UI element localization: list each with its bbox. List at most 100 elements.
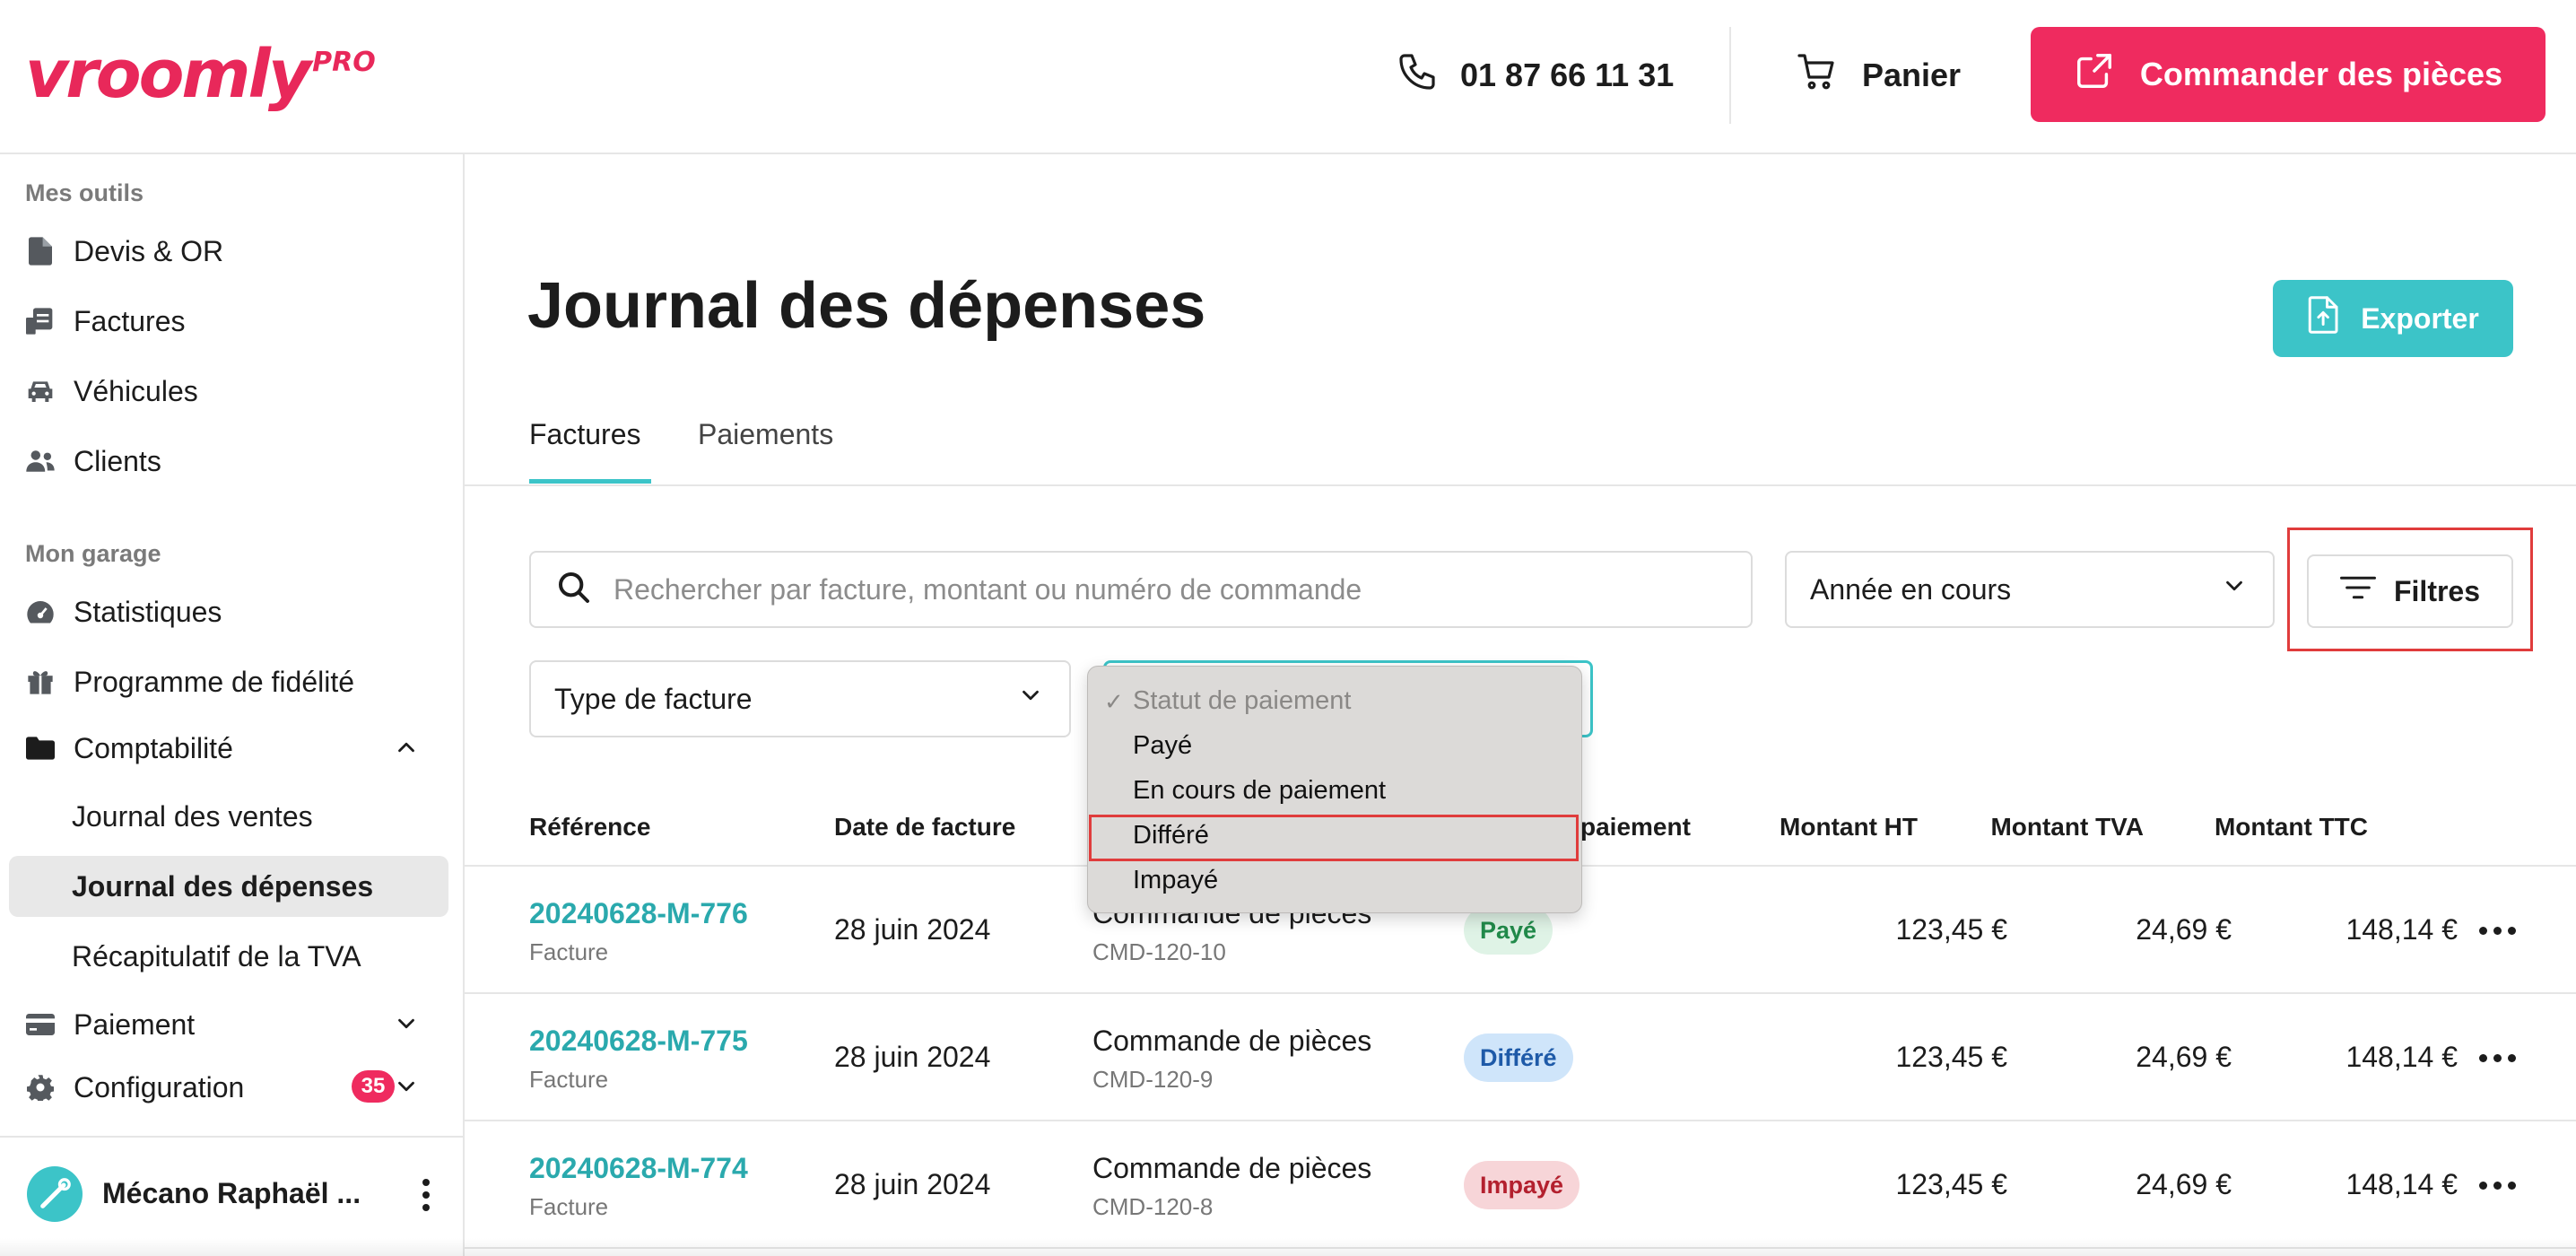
sidebar-item-journal-depenses[interactable]: Journal des dépenses	[9, 856, 448, 917]
cart-label: Panier	[1862, 57, 1962, 93]
highlight-box-differe	[1089, 815, 1579, 861]
file-upload-icon	[2307, 296, 2341, 341]
year-select[interactable]: Année en cours	[1785, 551, 2275, 628]
sidebar-item-label: Clients	[74, 444, 161, 477]
tab-paiements[interactable]: Paiements	[698, 418, 833, 451]
phone-number: 01 87 66 11 31	[1460, 57, 1675, 93]
sidebar-item-statistiques[interactable]: Statistiques	[25, 587, 447, 637]
bottom-shadow	[0, 1238, 2576, 1256]
sidebar-item-label: Journal des ventes	[72, 799, 313, 833]
dropdown-option-placeholder[interactable]: Statut de paiement	[1133, 686, 1351, 716]
amount-ht: 123,45 €	[1895, 913, 2007, 946]
order-parts-button[interactable]: Commander des pièces	[2031, 27, 2546, 122]
users-icon	[25, 446, 56, 476]
order-number: CMD-120-9	[1092, 1066, 1214, 1093]
chevron-down-icon[interactable]	[393, 1073, 420, 1107]
invoice-type-label: Facture	[529, 938, 609, 965]
user-menu-kebab-icon[interactable]	[413, 1170, 439, 1220]
sidebar-item-paiement[interactable]: Paiement	[25, 999, 447, 1050]
table-row[interactable]: 20240628-M-774 Facture 28 juin 2024 Comm…	[465, 1121, 2576, 1249]
sidebar: Mes outils Devis & OR Factures Véhicules…	[0, 154, 465, 1256]
dropdown-option-impaye[interactable]: Impayé	[1133, 866, 1218, 895]
invoice-reference-link[interactable]: 20240628-M-774	[529, 1152, 748, 1185]
invoice-description: Commande de pièces	[1092, 1025, 1372, 1057]
sidebar-item-fidelite[interactable]: Programme de fidélité	[25, 657, 447, 707]
sidebar-item-label: Journal des dépenses	[72, 869, 374, 903]
invoice-date: 28 juin 2024	[834, 913, 991, 946]
sidebar-item-label: Paiement	[74, 1007, 196, 1041]
sidebar-item-label: Véhicules	[74, 374, 198, 407]
invoice-date: 28 juin 2024	[834, 1168, 991, 1200]
sidebar-item-journal-ventes[interactable]: Journal des ventes	[9, 786, 448, 847]
logo-wordmark: vroomly	[25, 36, 311, 113]
amount-ht: 123,45 €	[1895, 1041, 2007, 1073]
phone-contact[interactable]: 01 87 66 11 31	[1396, 45, 1674, 106]
sidebar-item-label: Récapitulatif de la TVA	[72, 939, 361, 973]
sidebar-item-comptabilite[interactable]: Comptabilité	[25, 723, 447, 773]
sidebar-item-label: Configuration	[74, 1070, 245, 1103]
search-box	[529, 551, 1753, 628]
year-select-value: Année en cours	[1810, 572, 2012, 606]
column-header-ttc[interactable]: Montant TTC	[2189, 813, 2368, 842]
sidebar-item-vehicules[interactable]: Véhicules	[25, 366, 447, 416]
user-name[interactable]: Mécano Raphaël ...	[102, 1177, 361, 1210]
top-header: vroomly PRO 01 87 66 11 31 Panier Comman…	[0, 0, 2576, 154]
header-divider	[1729, 27, 1731, 124]
active-tab-indicator	[529, 479, 651, 484]
more-actions-icon[interactable]	[2470, 1172, 2524, 1199]
sidebar-item-configuration[interactable]: Configuration 35	[25, 1062, 447, 1112]
gear-icon	[25, 1072, 56, 1103]
search-icon	[556, 570, 592, 610]
invoice-description: Commande de pièces	[1092, 1152, 1372, 1184]
chevron-down-icon	[2221, 572, 2248, 606]
sidebar-item-label: Statistiques	[74, 595, 222, 628]
column-header-date[interactable]: Date de facture	[834, 813, 1015, 842]
export-label: Exporter	[2361, 301, 2479, 335]
invoice-type-select[interactable]: Type de facture	[529, 660, 1071, 737]
credit-card-icon	[25, 1009, 56, 1040]
page-title: Journal des dépenses	[527, 270, 1206, 342]
section-title-tools: Mes outils	[25, 179, 144, 206]
table-row[interactable]: 20240628-M-775 Facture 28 juin 2024 Comm…	[465, 994, 2576, 1121]
sidebar-item-label: Factures	[74, 304, 186, 337]
chevron-up-icon[interactable]	[393, 734, 420, 768]
highlight-box-filters	[2287, 528, 2533, 651]
amount-ttc: 148,14 €	[2345, 1041, 2458, 1073]
invoice-reference-link[interactable]: 20240628-M-776	[529, 897, 748, 930]
amount-tva: 24,69 €	[2136, 1168, 2232, 1200]
invoice-type-label: Facture	[529, 1066, 609, 1093]
amount-tva: 24,69 €	[2136, 1041, 2232, 1073]
folder-icon	[25, 733, 56, 763]
amount-tva: 24,69 €	[2136, 913, 2232, 946]
more-actions-icon[interactable]	[2470, 1044, 2524, 1071]
external-link-icon	[2074, 50, 2115, 100]
invoice-icon	[25, 306, 56, 336]
column-header-reference[interactable]: Référence	[529, 813, 650, 842]
search-input[interactable]	[614, 572, 1690, 606]
column-header-ht[interactable]: Montant HT	[1738, 813, 1918, 842]
logo-pro-suffix: PRO	[312, 47, 376, 78]
export-button[interactable]: Exporter	[2273, 280, 2513, 357]
vroomly-pro-logo[interactable]: vroomly PRO	[25, 34, 376, 115]
invoice-reference-link[interactable]: 20240628-M-775	[529, 1025, 748, 1058]
sidebar-item-devis[interactable]: Devis & OR	[25, 226, 447, 276]
cart-button[interactable]: Panier	[1796, 45, 1961, 106]
tabs-divider	[465, 484, 2576, 486]
sidebar-item-clients[interactable]: Clients	[25, 436, 447, 486]
tab-factures[interactable]: Factures	[529, 418, 640, 451]
payment-status-dropdown: ✓ Statut de paiement Payé En cours de pa…	[1087, 666, 1582, 913]
sidebar-item-recap-tva[interactable]: Récapitulatif de la TVA	[9, 926, 448, 987]
checkmark-icon: ✓	[1104, 688, 1124, 715]
dropdown-option-paye[interactable]: Payé	[1133, 731, 1192, 761]
phone-icon	[1396, 50, 1439, 101]
column-header-tva[interactable]: Montant TVA	[1964, 813, 2144, 842]
column-header-status[interactable]: paiement	[1580, 813, 1691, 842]
sidebar-item-label: Comptabilité	[74, 731, 233, 764]
chevron-down-icon[interactable]	[393, 1010, 420, 1044]
more-actions-icon[interactable]	[2470, 917, 2524, 944]
sidebar-item-label: Programme de fidélité	[74, 665, 355, 698]
dropdown-option-en-cours[interactable]: En cours de paiement	[1133, 776, 1386, 806]
avatar[interactable]	[27, 1166, 83, 1222]
invoice-type-value: Type de facture	[554, 682, 753, 715]
sidebar-item-factures[interactable]: Factures	[25, 296, 447, 346]
